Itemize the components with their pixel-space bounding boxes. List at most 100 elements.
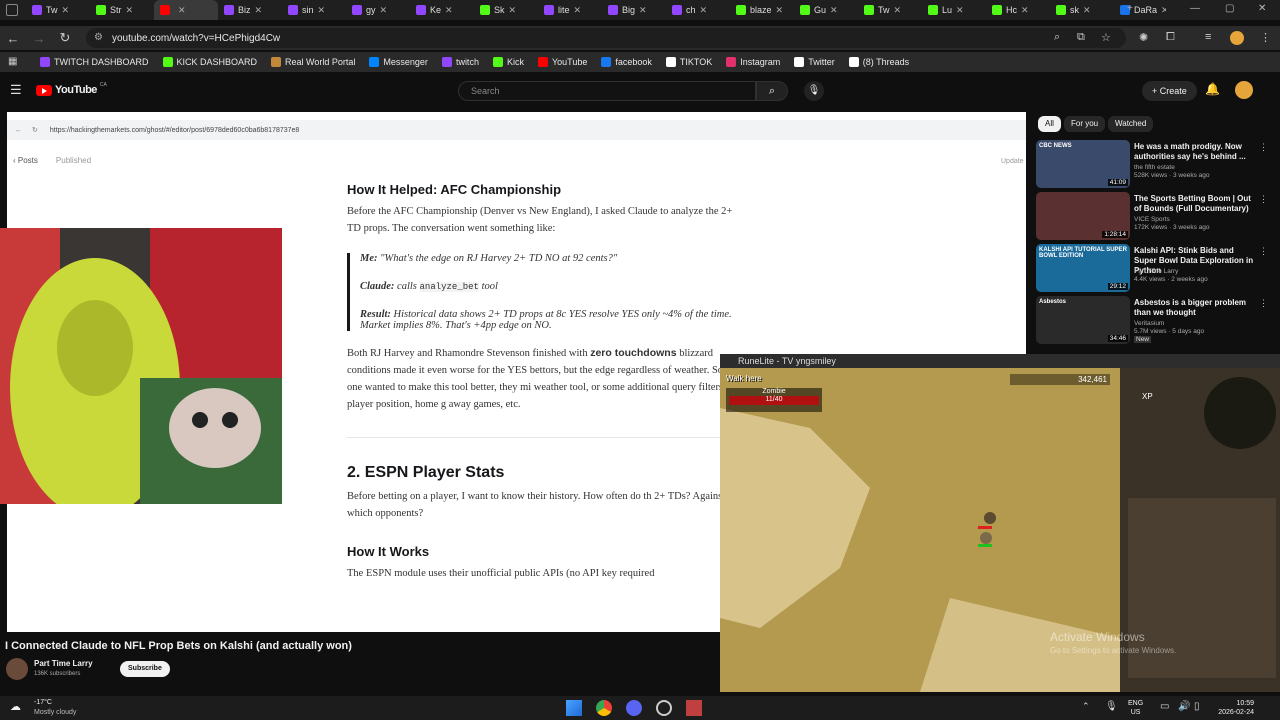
bookmark-item[interactable]: TWITCH DASHBOARD — [40, 57, 149, 67]
forward-icon[interactable]: → — [26, 31, 52, 46]
voice-search-icon[interactable]: 🎙 — [804, 81, 824, 101]
browser-tab[interactable]: gy ✕ — [346, 0, 410, 20]
close-tab-icon[interactable]: ✕ — [956, 5, 964, 16]
new-tab-icon[interactable]: + — [1127, 3, 1133, 14]
browser-tab[interactable]: ch ✕ — [666, 0, 730, 20]
bookmark-item[interactable]: twitch — [441, 57, 479, 67]
network-icon[interactable]: ▭ — [1160, 701, 1169, 712]
search-button[interactable]: ⌕ — [756, 81, 788, 101]
runelite-taskbar-icon[interactable] — [686, 700, 702, 716]
browser-tab[interactable]: Gu ✕ — [794, 0, 858, 20]
close-tab-icon[interactable]: ✕ — [509, 5, 517, 16]
browser-tab[interactable]: Biz ✕ — [218, 0, 282, 20]
xp-orb[interactable]: XP — [1142, 392, 1153, 401]
chrome-icon[interactable] — [596, 700, 612, 716]
youtube-logo[interactable]: YouTube CA — [36, 82, 107, 96]
browser-tab[interactable]: sk ✕ — [1050, 0, 1114, 20]
browser-tab[interactable]: Lu ✕ — [922, 0, 986, 20]
create-button[interactable]: + Create — [1142, 81, 1197, 101]
back-icon[interactable]: ← — [0, 31, 26, 46]
url-field[interactable]: ⚙ youtube.com/watch?v=HCePhigd4Cw — [86, 28, 1126, 48]
volume-icon[interactable]: 🔊 — [1178, 701, 1190, 712]
bookmark-item[interactable]: Twitter — [794, 57, 835, 67]
close-tab-icon[interactable]: ✕ — [1161, 5, 1166, 16]
browser-tab[interactable]: Tw ✕ — [858, 0, 922, 20]
hamburger-menu-icon[interactable]: ☰ — [10, 82, 22, 98]
channel-avatar[interactable] — [6, 658, 28, 680]
more-options-icon[interactable]: ⋮ — [1259, 246, 1268, 257]
game-viewport[interactable] — [720, 368, 1280, 692]
filter-chip[interactable]: For you — [1064, 116, 1106, 132]
more-options-icon[interactable]: ⋮ — [1259, 298, 1268, 309]
weather-icon[interactable]: ☁ — [10, 700, 21, 713]
close-tab-icon[interactable]: ✕ — [894, 5, 902, 16]
menu-kebab-icon[interactable]: ⋮ — [1260, 31, 1271, 44]
mic-tray-icon[interactable]: 🎙 — [1105, 701, 1118, 712]
close-tab-icon[interactable]: ✕ — [255, 5, 263, 16]
minimize-icon[interactable]: — — [1190, 3, 1200, 14]
browser-tab[interactable]: Big ✕ — [602, 0, 666, 20]
cast-icon[interactable]: ⧉ — [1077, 31, 1085, 44]
bookmark-item[interactable]: Messenger — [369, 57, 428, 67]
profile-avatar[interactable] — [1230, 31, 1244, 45]
browser-tab[interactable]: blaze ✕ — [730, 0, 794, 20]
bookmark-item[interactable]: Instagram — [726, 57, 780, 67]
close-tab-icon[interactable]: ✕ — [445, 5, 453, 16]
subscribe-button[interactable]: Subscribe — [120, 661, 170, 677]
runelite-window[interactable]: RuneLite - TV yngsmiley Walk here Zombie… — [720, 354, 1280, 692]
close-tab-icon[interactable]: ✕ — [776, 5, 784, 16]
clock[interactable]: 10:59 2026-02-24 — [1204, 699, 1254, 717]
bookmark-item[interactable]: TIKTOK — [665, 57, 712, 67]
bookmark-item[interactable]: facebook — [601, 57, 652, 67]
browser-tab[interactable]: sin ✕ — [282, 0, 346, 20]
extension-icon[interactable]: ✺ — [1139, 31, 1148, 44]
media-icon[interactable]: ≡ — [1205, 31, 1211, 43]
browser-tab[interactable]: Str ✕ — [90, 0, 154, 20]
close-tab-icon[interactable]: ✕ — [1083, 5, 1091, 16]
close-tab-icon[interactable]: ✕ — [380, 5, 388, 16]
bookmark-item[interactable]: YouTube — [537, 57, 587, 67]
discord-icon[interactable] — [626, 700, 642, 716]
obs-icon[interactable] — [656, 700, 672, 716]
bookmark-item[interactable]: (8) Threads — [848, 57, 909, 67]
search-input[interactable]: Search — [458, 81, 756, 101]
recommended-video[interactable]: Asbestos 34:46 Asbestos is a bigger proble… — [1036, 296, 1272, 344]
reload-icon[interactable]: ↻ — [52, 30, 78, 46]
browser-tab[interactable]: Ke ✕ — [410, 0, 474, 20]
video-title-link[interactable]: He was a math prodigy. Now authorities s… — [1134, 142, 1256, 162]
close-tab-icon[interactable]: ✕ — [639, 5, 647, 16]
close-tab-icon[interactable]: ✕ — [62, 5, 70, 16]
maximize-icon[interactable]: ▢ — [1225, 3, 1234, 14]
close-window-icon[interactable]: ✕ — [1258, 3, 1266, 14]
more-options-icon[interactable]: ⋮ — [1259, 194, 1268, 205]
filter-chip[interactable]: All — [1038, 116, 1061, 132]
apps-grid-icon[interactable]: ▦ — [8, 56, 17, 67]
recommended-video[interactable]: 1:28:14 The Sports Betting Boom | Out of … — [1036, 192, 1272, 240]
browser-tab[interactable]: Tw ✕ — [26, 0, 90, 20]
close-tab-icon[interactable]: ✕ — [700, 5, 708, 16]
more-options-icon[interactable]: ⋮ — [1259, 142, 1268, 153]
close-tab-icon[interactable]: ✕ — [830, 5, 838, 16]
language-indicator[interactable]: ENG US — [1128, 699, 1143, 717]
bookmark-star-icon[interactable]: ☆ — [1101, 31, 1111, 44]
recommended-video[interactable]: KALSHI API TUTORIAL SUPER BOWL EDITION 29… — [1036, 244, 1272, 292]
recommended-video[interactable]: CBC NEWS 41:09 He was a math prodigy. Now … — [1036, 140, 1272, 188]
windows-start-icon[interactable] — [566, 700, 582, 716]
browser-tab[interactable]: Hc ✕ — [986, 0, 1050, 20]
notifications-bell-icon[interactable]: 🔔 — [1205, 82, 1220, 96]
bookmark-item[interactable]: Kick — [492, 57, 524, 67]
bookmark-item[interactable]: Real World Portal — [271, 57, 355, 67]
zoom-icon[interactable]: ⌕ — [1054, 31, 1060, 44]
channel-name[interactable]: Part Time Larry — [34, 659, 93, 668]
video-title-link[interactable]: Asbestos is a bigger problem than we tho… — [1134, 298, 1256, 318]
bookmark-item[interactable]: KICK DASHBOARD — [162, 57, 257, 67]
browser-tab[interactable]: DaRa ✕ — [1114, 0, 1166, 20]
close-tab-icon[interactable]: ✕ — [318, 5, 326, 16]
tray-chevron-icon[interactable]: ⌃ — [1082, 701, 1090, 712]
video-title-link[interactable]: The Sports Betting Boom | Out of Bounds … — [1134, 194, 1256, 214]
close-tab-icon[interactable]: ✕ — [126, 5, 134, 16]
tab-overview-icon[interactable] — [6, 4, 18, 16]
browser-tab[interactable]: Sk ✕ — [474, 0, 538, 20]
battery-icon[interactable]: ▯ — [1194, 701, 1200, 712]
filter-chip[interactable]: Watched — [1108, 116, 1154, 132]
